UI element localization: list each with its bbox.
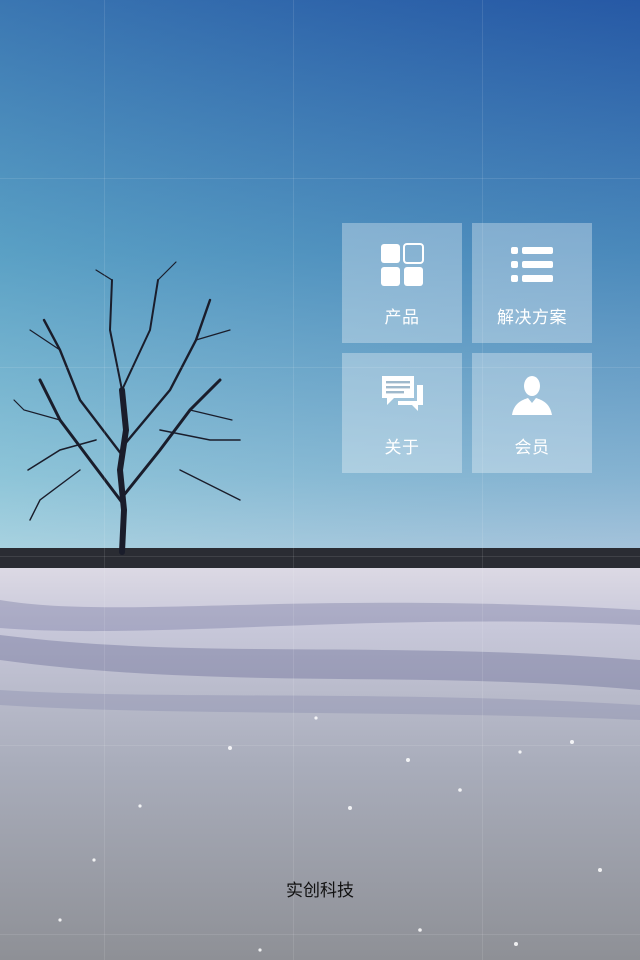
grid-icon (381, 243, 424, 286)
company-name: 实创科技 (286, 881, 354, 901)
grid-line (293, 0, 294, 960)
grid-line (0, 745, 640, 746)
tile-members[interactable]: 会员 (472, 353, 592, 473)
tile-about[interactable]: 关于 (342, 353, 462, 473)
tile-label: 关于 (384, 438, 420, 458)
tile-label: 解决方案 (497, 308, 567, 328)
grid-line (104, 0, 105, 960)
grid-line (0, 556, 640, 557)
grid-line (0, 934, 640, 935)
tile-label: 产品 (384, 308, 420, 328)
tile-label: 会员 (514, 438, 550, 458)
tile-solutions[interactable]: 解决方案 (472, 223, 592, 343)
chat-icon (382, 376, 423, 411)
tile-products[interactable]: 产品 (342, 223, 462, 343)
user-icon (512, 376, 552, 415)
grid-line (0, 178, 640, 179)
background-image (0, 0, 640, 960)
grid-line (482, 0, 483, 960)
list-icon (511, 247, 553, 282)
